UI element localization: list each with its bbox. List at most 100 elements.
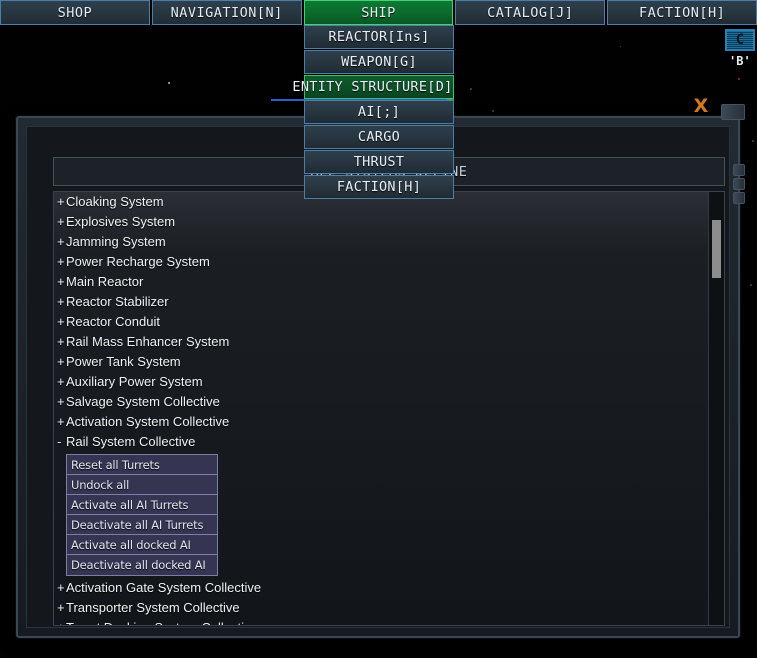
list-item[interactable]: +Power Recharge System [54, 252, 709, 272]
expand-toggle-icon[interactable]: + [57, 578, 66, 598]
cargo-badge-icon[interactable]: C [725, 29, 755, 51]
list-item[interactable]: +Jamming System [54, 232, 709, 252]
tab-ship-label: SHIP [361, 4, 396, 21]
ship-dropdown-menu: REACTOR[Ins] WEAPON[G] ENTITY STRUCTURE[… [271, 25, 454, 199]
window-frame-notch [733, 164, 745, 176]
tab-shop[interactable]: SHOP [0, 0, 150, 25]
tab-navigation[interactable]: NAVIGATION[N] [151, 0, 302, 25]
expand-toggle-icon[interactable]: + [57, 412, 66, 432]
action-activate-all-docked-ai-label: Activate all docked AI [71, 538, 191, 552]
window-frame-tab [721, 104, 745, 120]
star [738, 78, 740, 80]
tab-navigation-label: NAVIGATION[N] [170, 4, 283, 21]
list-item[interactable]: +Power Tank System [54, 352, 709, 372]
expand-toggle-icon[interactable]: + [57, 352, 66, 372]
menu-item-faction-label: FACTION[H] [336, 179, 422, 195]
star [470, 88, 472, 90]
tab-ship[interactable]: SHIP [303, 0, 454, 25]
action-reset-all-turrets-label: Reset all Turrets [71, 458, 160, 472]
action-reset-all-turrets[interactable]: Reset all Turrets [67, 455, 217, 475]
menu-item-ai-label: AI[;] [357, 104, 401, 120]
menu-item-reactor-label: REACTOR[Ins] [328, 29, 430, 45]
list-item-label: Activation Gate System Collective [66, 580, 262, 595]
list-item[interactable]: +Turret Docking System Collective [54, 618, 709, 625]
list-item[interactable]: +Transporter System Collective [54, 598, 709, 618]
top-tabbar: SHOP NAVIGATION[N] SHIP CATALOG[J] FACTI… [0, 0, 757, 25]
expand-toggle-icon[interactable]: + [57, 232, 66, 252]
window-inner-frame: ALL SYSTEMS DEFINE +Cloaking System +Exp… [26, 126, 730, 628]
action-activate-all-ai-turrets-label: Activate all AI Turrets [71, 498, 189, 512]
list-item[interactable]: +Activation Gate System Collective [54, 578, 709, 598]
star [168, 82, 170, 84]
list-item-label: Auxiliary Power System [66, 374, 203, 389]
menu-item-weapon-label: WEAPON[G] [341, 54, 417, 70]
action-activate-all-docked-ai[interactable]: Activate all docked AI [67, 535, 217, 555]
list-item-label: Transporter System Collective [66, 600, 240, 615]
menu-item-weapon[interactable]: WEAPON[G] [304, 50, 454, 74]
menu-item-cargo[interactable]: CARGO [304, 125, 454, 149]
list-item-label: Main Reactor [66, 274, 144, 289]
expand-toggle-icon[interactable]: + [57, 332, 66, 352]
list-item[interactable]: +Explosives System [54, 212, 709, 232]
target-x-glyph: X [693, 95, 709, 117]
tab-faction-label: FACTION[H] [638, 4, 726, 21]
action-deactivate-all-docked-ai[interactable]: Deactivate all docked AI [67, 555, 217, 575]
expand-toggle-icon[interactable]: + [57, 312, 66, 332]
action-undock-all[interactable]: Undock all [67, 475, 217, 495]
list-item-label: Explosives System [66, 214, 176, 229]
list-item-label: Rail Mass Enhancer System [66, 334, 230, 349]
list-item-label: Rail System Collective [66, 434, 196, 449]
list-item-label: Activation System Collective [66, 414, 230, 429]
menu-item-reactor[interactable]: REACTOR[Ins] [304, 25, 454, 49]
expand-toggle-icon[interactable]: + [57, 192, 66, 212]
expand-toggle-icon[interactable]: + [57, 272, 66, 292]
tab-faction[interactable]: FACTION[H] [607, 0, 757, 25]
rail-system-action-menu: Reset all Turrets Undock all Activate al… [66, 454, 218, 576]
menu-item-entity-structure[interactable]: ENTITY STRUCTURE[D] [271, 75, 454, 101]
list-item[interactable]: +Activation System Collective [54, 412, 709, 432]
list-item[interactable]: +Reactor Conduit [54, 312, 709, 332]
menu-item-thrust[interactable]: THRUST [304, 150, 454, 174]
collapse-toggle-icon[interactable]: - [57, 432, 66, 452]
list-scrollbar-thumb[interactable] [712, 220, 721, 278]
expand-toggle-icon[interactable]: + [57, 598, 66, 618]
action-deactivate-all-ai-turrets[interactable]: Deactivate all AI Turrets [67, 515, 217, 535]
star [620, 46, 621, 47]
list-item[interactable]: +Reactor Stabilizer [54, 292, 709, 312]
list-item[interactable]: +Auxiliary Power System [54, 372, 709, 392]
tab-catalog[interactable]: CATALOG[J] [455, 0, 606, 25]
menu-item-faction[interactable]: FACTION[H] [304, 175, 454, 199]
expand-toggle-icon[interactable]: + [57, 252, 66, 272]
expand-toggle-icon[interactable]: + [57, 292, 66, 312]
star [750, 284, 752, 286]
tab-shop-label: SHOP [57, 4, 93, 21]
hud-badge-group: C 'B' [725, 29, 755, 68]
list-item-label: Power Recharge System [66, 254, 210, 269]
list-scrollbar[interactable] [708, 192, 724, 625]
expand-toggle-icon[interactable]: + [57, 212, 66, 232]
target-x-marker-icon: X [690, 95, 712, 117]
action-undock-all-label: Undock all [71, 478, 130, 492]
list-item-label: Salvage System Collective [66, 394, 220, 409]
action-activate-all-ai-turrets[interactable]: Activate all AI Turrets [67, 495, 217, 515]
list-item[interactable]: +Salvage System Collective [54, 392, 709, 412]
expand-toggle-icon[interactable]: + [57, 618, 66, 625]
expand-toggle-icon[interactable]: + [57, 372, 66, 392]
list-item-label: Power Tank System [66, 354, 181, 369]
menu-item-cargo-label: CARGO [357, 129, 401, 145]
window-frame-notch [733, 192, 745, 204]
expand-toggle-icon[interactable]: + [57, 392, 66, 412]
system-list-panel: +Cloaking System +Explosives System +Jam… [53, 191, 725, 626]
list-item-expanded[interactable]: - Rail System Collective [54, 432, 709, 452]
tab-catalog-label: CATALOG[J] [487, 4, 574, 21]
menu-item-entity-structure-label: ENTITY STRUCTURE[D] [292, 79, 453, 95]
cargo-badge-glyph: C [735, 32, 745, 48]
list-item[interactable]: +Rail Mass Enhancer System [54, 332, 709, 352]
hud-badge-label: 'B' [729, 54, 751, 68]
system-list-scroll-area: +Cloaking System +Explosives System +Jam… [54, 192, 709, 625]
list-item[interactable]: +Main Reactor [54, 272, 709, 292]
menu-item-ai[interactable]: AI[;] [304, 100, 454, 124]
action-deactivate-all-ai-turrets-label: Deactivate all AI Turrets [71, 518, 204, 532]
list-item-label: Turret Docking System Collective [66, 620, 258, 625]
list-item-label: Reactor Conduit [66, 314, 160, 329]
